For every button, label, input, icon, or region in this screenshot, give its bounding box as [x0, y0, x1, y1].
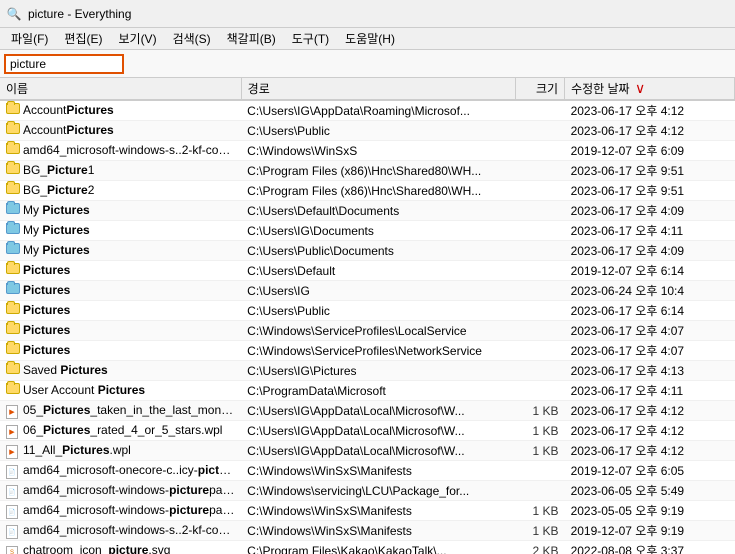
search-bar — [0, 50, 735, 78]
table-row[interactable]: PicturesC:\Windows\ServiceProfiles\Local… — [0, 321, 735, 341]
table-row[interactable]: ▶11_All_Pictures.wplC:\Users\IG\AppData\… — [0, 441, 735, 461]
table-row[interactable]: PicturesC:\Users\Default2019-12-07 오후 6:… — [0, 261, 735, 281]
table-row[interactable]: amd64_microsoft-windows-s..2-kf-com...C:… — [0, 141, 735, 161]
table-row[interactable]: My PicturesC:\Users\Public\Documents2023… — [0, 241, 735, 261]
table-row[interactable]: 📄amd64_microsoft-windows-picturepass...C… — [0, 481, 735, 501]
window-title: picture - Everything — [28, 7, 131, 21]
table-row[interactable]: Schatroom_icon_picture.svgC:\Program Fil… — [0, 541, 735, 554]
col-size[interactable]: 크기 — [515, 78, 564, 100]
table-row[interactable]: PicturesC:\Windows\ServiceProfiles\Netwo… — [0, 341, 735, 361]
sort-arrow-icon: ∨ — [635, 80, 645, 96]
title-bar: 🔍 picture - Everything — [0, 0, 735, 28]
menu-item-menu-search[interactable]: 검색(S) — [166, 28, 218, 49]
app-icon: 🔍 — [6, 6, 22, 22]
col-path[interactable]: 경로 — [241, 78, 515, 100]
menu-item-menu-help[interactable]: 도움말(H) — [338, 28, 402, 49]
col-name[interactable]: 이름 — [0, 78, 241, 100]
table-container: 이름 경로 크기 수정한 날짜 ∨ AccountPicturesC:\User… — [0, 78, 735, 554]
search-input[interactable] — [4, 54, 124, 74]
col-date[interactable]: 수정한 날짜 ∨ — [565, 78, 735, 100]
menu-item-menu-edit[interactable]: 편집(E) — [57, 28, 109, 49]
table-row[interactable]: AccountPicturesC:\Users\IG\AppData\Roami… — [0, 100, 735, 121]
table-row[interactable]: Saved PicturesC:\Users\IG\Pictures2023-0… — [0, 361, 735, 381]
table-row[interactable]: User Account PicturesC:\ProgramData\Micr… — [0, 381, 735, 401]
table-row[interactable]: ▶05_Pictures_taken_in_the_last_month.wpl… — [0, 401, 735, 421]
table-row[interactable]: PicturesC:\Users\IG2023-06-24 오후 10:4 — [0, 281, 735, 301]
table-row[interactable]: BG_Picture1C:\Program Files (x86)\Hnc\Sh… — [0, 161, 735, 181]
table-row[interactable]: My PicturesC:\Users\Default\Documents202… — [0, 201, 735, 221]
table-row[interactable]: 📄amd64_microsoft-onecore-c..icy-picture_… — [0, 461, 735, 481]
table-row[interactable]: AccountPicturesC:\Users\Public2023-06-17… — [0, 121, 735, 141]
table-row[interactable]: 📄amd64_microsoft-windows-picturepass...C… — [0, 501, 735, 521]
table-row[interactable]: ▶06_Pictures_rated_4_or_5_stars.wplC:\Us… — [0, 421, 735, 441]
menu-item-menu-tools[interactable]: 도구(T) — [285, 28, 336, 49]
results-table: 이름 경로 크기 수정한 날짜 ∨ AccountPicturesC:\User… — [0, 78, 735, 554]
menu-bar: 파일(F)편집(E)보기(V)검색(S)책갈피(B)도구(T)도움말(H) — [0, 28, 735, 50]
table-row[interactable]: 📄amd64_microsoft-windows-s..2-kf-com...C… — [0, 521, 735, 541]
table-row[interactable]: PicturesC:\Users\Public2023-06-17 오후 6:1… — [0, 301, 735, 321]
menu-item-menu-view[interactable]: 보기(V) — [111, 28, 163, 49]
menu-item-menu-bookmark[interactable]: 책갈피(B) — [220, 28, 283, 49]
table-row[interactable]: BG_Picture2C:\Program Files (x86)\Hnc\Sh… — [0, 181, 735, 201]
menu-item-menu-file[interactable]: 파일(F) — [4, 28, 55, 49]
table-row[interactable]: My PicturesC:\Users\IG\Documents2023-06-… — [0, 221, 735, 241]
